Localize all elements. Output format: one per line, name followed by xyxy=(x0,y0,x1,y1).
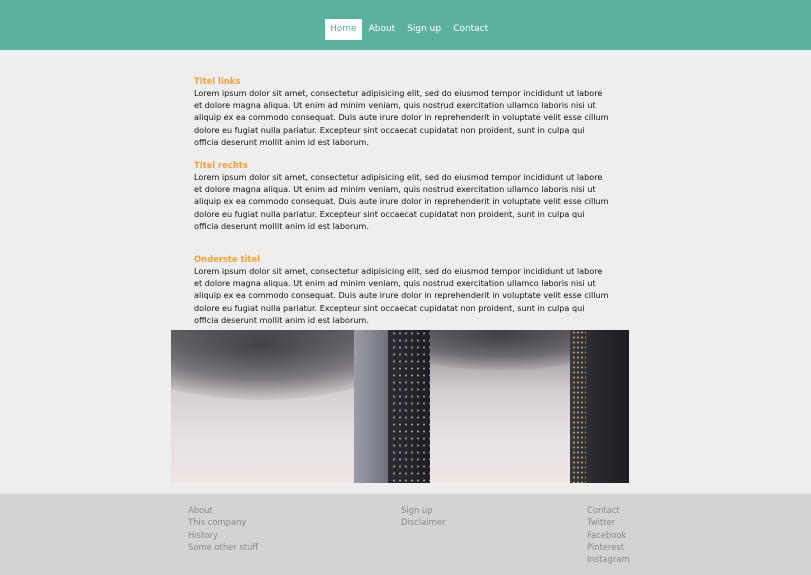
footer-column-signup: Sign up Disclaimer xyxy=(401,504,445,529)
hero-image-skyscrapers xyxy=(171,330,629,483)
main-nav: Home About Sign up Contact xyxy=(325,19,495,40)
section-body: Lorem ipsum dolor sit amet, consectetur … xyxy=(194,266,609,325)
section-body: Lorem ipsum dolor sit amet, consectetur … xyxy=(194,172,609,231)
footer-link[interactable]: This company xyxy=(188,516,258,528)
footer-link[interactable]: Facebook xyxy=(587,529,630,541)
skyscraper-left xyxy=(354,330,430,483)
skyscraper-left-face xyxy=(354,330,388,483)
nav-signup-link[interactable]: Sign up xyxy=(402,19,446,40)
footer-link[interactable]: Sign up xyxy=(401,504,445,516)
nav-contact-link[interactable]: Contact xyxy=(448,19,493,40)
footer-link[interactable]: Contact xyxy=(587,504,630,516)
footer-link[interactable]: Disclaimer xyxy=(401,516,445,528)
footer-link[interactable]: History xyxy=(188,529,258,541)
window-lights xyxy=(572,330,586,483)
footer-column-contact: Contact Twitter Facebook Pinterest Insta… xyxy=(587,504,630,565)
footer-column-about: About This company History Some other st… xyxy=(188,504,258,553)
footer-link[interactable]: Some other stuff xyxy=(188,541,258,553)
footer-link[interactable]: Pinterest xyxy=(587,541,630,553)
section-title: Titel links xyxy=(194,76,241,86)
footer-link[interactable]: Instagram xyxy=(587,553,630,565)
section-onderste-titel: Onderste titel Lorem ipsum dolor sit ame… xyxy=(194,253,610,326)
skyscraper-right xyxy=(570,330,629,483)
section-title: Onderste titel xyxy=(194,254,260,264)
section-titel-links: Titel links Lorem ipsum dolor sit amet, … xyxy=(194,75,610,148)
top-navbar: Home About Sign up Contact xyxy=(0,0,811,50)
section-titel-rechts: Titel rechts Lorem ipsum dolor sit amet,… xyxy=(194,159,610,232)
nav-about-link[interactable]: About xyxy=(364,19,401,40)
section-body: Lorem ipsum dolor sit amet, consectetur … xyxy=(194,88,609,147)
section-title: Titel rechts xyxy=(194,160,248,170)
window-lights xyxy=(391,330,430,483)
footer-link[interactable]: Twitter xyxy=(587,516,630,528)
nav-home-link[interactable]: Home xyxy=(325,19,362,40)
footer-link[interactable]: About xyxy=(188,504,258,516)
site-footer: About This company History Some other st… xyxy=(0,494,811,575)
